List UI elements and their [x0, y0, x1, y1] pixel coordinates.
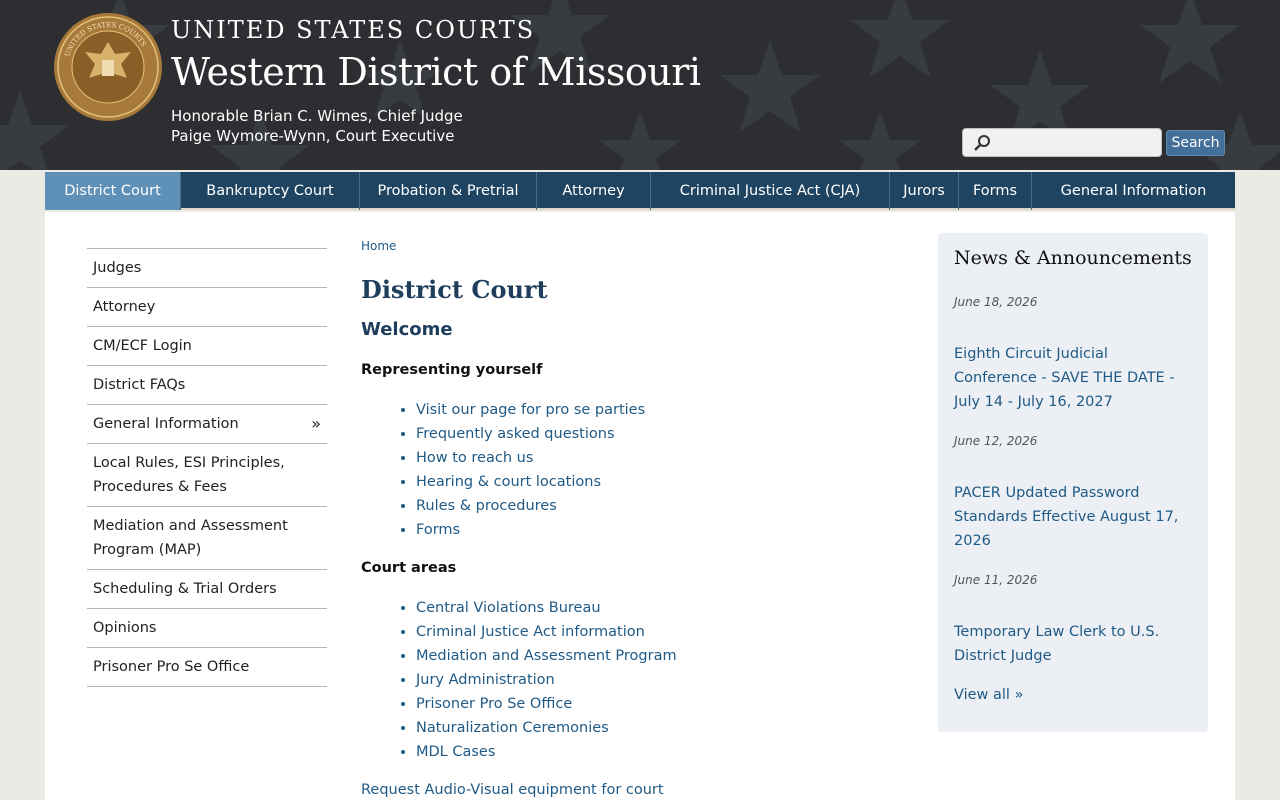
- list-item: Naturalization Ceremonies: [416, 716, 881, 740]
- sidebar-item-label: CM/ECF Login: [93, 338, 192, 354]
- sidebar-item-scheduling[interactable]: Scheduling & Trial Orders: [87, 570, 327, 609]
- court-seal-logo[interactable]: UNITED STATES COURTS: [53, 12, 163, 122]
- search-button[interactable]: Search: [1166, 130, 1225, 156]
- nav-district-court[interactable]: District Court: [45, 172, 181, 210]
- link-pro-se-parties[interactable]: Visit our page for pro se parties: [416, 402, 645, 418]
- list-item: Jury Administration: [416, 668, 881, 692]
- sidebar-item-mediation[interactable]: Mediation and Assessment Program (MAP): [87, 507, 327, 570]
- list-item: Criminal Justice Act information: [416, 620, 881, 644]
- section-heading-representing-yourself: Representing yourself: [361, 362, 543, 378]
- link-cvb[interactable]: Central Violations Bureau: [416, 600, 601, 616]
- search-icon: [974, 135, 990, 151]
- link-rules[interactable]: Rules & procedures: [416, 498, 557, 514]
- sidebar-item-label: General Information: [93, 416, 239, 432]
- court-executive-line: Paige Wymore-Wynn, Court Executive: [171, 127, 455, 145]
- av-request-paragraph: Request Audio-Visual equipment for court: [361, 778, 881, 800]
- list-item: Hearing & court locations: [416, 470, 881, 494]
- sidebar-item-cmecf-login[interactable]: CM/ECF Login: [87, 327, 327, 366]
- nav-bankruptcy-court[interactable]: Bankruptcy Court: [181, 172, 360, 210]
- link-faq[interactable]: Frequently asked questions: [416, 426, 615, 442]
- court-areas-link-list: Central Violations Bureau Criminal Justi…: [361, 596, 881, 764]
- view-all-news-link[interactable]: View all »: [954, 683, 1192, 707]
- sidebar-item-label: Local Rules, ESI Principles, Procedures …: [93, 455, 285, 495]
- list-item: Visit our page for pro se parties: [416, 398, 881, 422]
- link-forms[interactable]: Forms: [416, 522, 460, 538]
- sidebar-item-label: Prisoner Pro Se Office: [93, 659, 250, 675]
- list-item: Rules & procedures: [416, 494, 881, 518]
- link-av-equipment[interactable]: Request Audio-Visual equipment for court: [361, 782, 664, 798]
- news-date: June 12, 2026: [954, 434, 1038, 448]
- news-title: News & Announcements: [954, 247, 1192, 269]
- nav-cja[interactable]: Criminal Justice Act (CJA): [651, 172, 890, 210]
- link-mdl[interactable]: MDL Cases: [416, 744, 495, 760]
- pro-se-link-list: Visit our page for pro se parties Freque…: [361, 398, 881, 542]
- news-panel: News & Announcements June 18, 2026 Eight…: [938, 233, 1208, 732]
- header-subtitle: Honorable Brian C. Wimes, Chief Judge Pa…: [171, 106, 463, 146]
- sidebar-item-general-information[interactable]: General Information »: [87, 405, 327, 444]
- sidebar-item-attorney[interactable]: Attorney: [87, 288, 327, 327]
- sidebar-item-label: Attorney: [93, 299, 156, 315]
- nav-probation-pretrial[interactable]: Probation & Pretrial: [360, 172, 537, 210]
- sidebar-item-label: Mediation and Assessment Program (MAP): [93, 518, 288, 558]
- sidebar-nav: Judges Attorney CM/ECF Login District FA…: [87, 248, 327, 687]
- sidebar-item-label: District FAQs: [93, 377, 186, 393]
- link-cja-info[interactable]: Criminal Justice Act information: [416, 624, 645, 640]
- sidebar-item-prisoner-pro-se[interactable]: Prisoner Pro Se Office: [87, 648, 327, 687]
- link-jury[interactable]: Jury Administration: [416, 672, 555, 688]
- search-input[interactable]: [997, 131, 1157, 154]
- breadcrumb: Home: [361, 236, 881, 256]
- site-title-top: UNITED STATES COURTS: [171, 16, 536, 44]
- link-prisoner-pro-se[interactable]: Prisoner Pro Se Office: [416, 696, 572, 712]
- list-item: Mediation and Assessment Program: [416, 644, 881, 668]
- breadcrumb-home-link[interactable]: Home: [361, 239, 396, 253]
- link-map[interactable]: Mediation and Assessment Program: [416, 648, 677, 664]
- sidebar-item-opinions[interactable]: Opinions: [87, 609, 327, 648]
- chief-judge-line: Honorable Brian C. Wimes, Chief Judge: [171, 107, 463, 125]
- sidebar-item-district-faqs[interactable]: District FAQs: [87, 366, 327, 405]
- main-content: Home District Court Welcome Representing…: [361, 236, 881, 800]
- nav-general-information[interactable]: General Information: [1032, 172, 1235, 210]
- content-area: Judges Attorney CM/ECF Login District FA…: [45, 212, 1235, 800]
- list-item: Frequently asked questions: [416, 422, 881, 446]
- list-item: Central Violations Bureau: [416, 596, 881, 620]
- sidebar-item-label: Judges: [93, 260, 142, 276]
- section-heading-court-areas: Court areas: [361, 560, 457, 576]
- nav-forms[interactable]: Forms: [959, 172, 1032, 210]
- news-link[interactable]: Temporary Law Clerk to U.S. District Jud…: [954, 620, 1192, 668]
- news-date: June 18, 2026: [954, 295, 1038, 309]
- search-box: [962, 128, 1162, 157]
- link-contact[interactable]: How to reach us: [416, 450, 533, 466]
- welcome-heading: Welcome: [361, 319, 453, 340]
- list-item: Forms: [416, 518, 881, 542]
- sidebar-item-judges[interactable]: Judges: [87, 249, 327, 288]
- sidebar-item-label: Scheduling & Trial Orders: [93, 581, 277, 597]
- nav-attorney[interactable]: Attorney: [537, 172, 651, 210]
- sidebar-item-local-rules[interactable]: Local Rules, ESI Principles, Procedures …: [87, 444, 327, 507]
- site-header: UNITED STATES COURTS UNITED STATES COURT…: [0, 0, 1280, 170]
- expand-arrow-icon[interactable]: »: [311, 412, 321, 436]
- site-title[interactable]: Western District of Missouri: [171, 50, 701, 94]
- page-title: District Court: [361, 275, 548, 304]
- list-item: Prisoner Pro Se Office: [416, 692, 881, 716]
- link-locations[interactable]: Hearing & court locations: [416, 474, 601, 490]
- list-item: How to reach us: [416, 446, 881, 470]
- news-link[interactable]: PACER Updated Password Standards Effecti…: [954, 481, 1192, 553]
- main-nav: District Court Bankruptcy Court Probatio…: [45, 172, 1235, 210]
- link-naturalization[interactable]: Naturalization Ceremonies: [416, 720, 609, 736]
- nav-jurors[interactable]: Jurors: [890, 172, 959, 210]
- list-item: MDL Cases: [416, 740, 881, 764]
- news-link[interactable]: Eighth Circuit Judicial Conference - SAV…: [954, 342, 1192, 414]
- sidebar-item-label: Opinions: [93, 620, 157, 636]
- news-date: June 11, 2026: [954, 573, 1038, 587]
